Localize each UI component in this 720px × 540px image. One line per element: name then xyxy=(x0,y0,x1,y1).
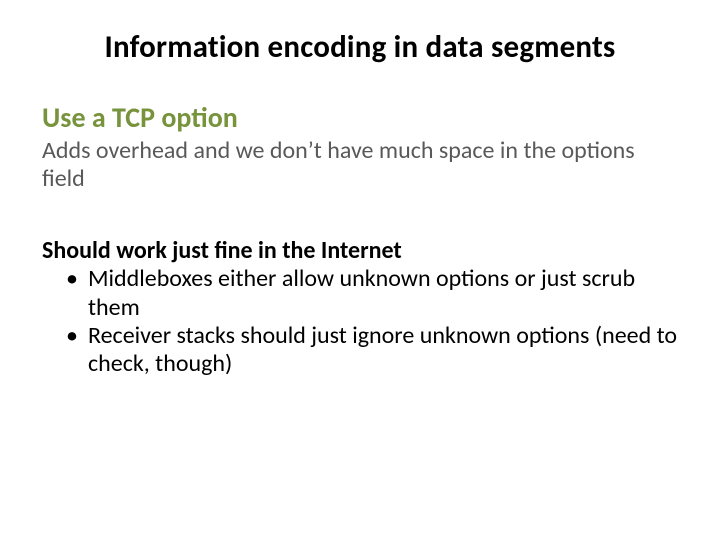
slide: Information encoding in data segments Us… xyxy=(0,0,720,540)
section-subheading: Use a TCP option xyxy=(42,100,678,135)
list-item: Receiver stacks should just ignore unkno… xyxy=(88,322,678,379)
slide-title: Information encoding in data segments xyxy=(42,28,678,66)
point-heading: Should work just fine in the Internet xyxy=(42,236,678,265)
bullet-list: Middleboxes either allow unknown options… xyxy=(42,265,678,378)
section-description: Adds overhead and we don’t have much spa… xyxy=(42,137,678,192)
list-item: Middleboxes either allow unknown options… xyxy=(88,265,678,322)
